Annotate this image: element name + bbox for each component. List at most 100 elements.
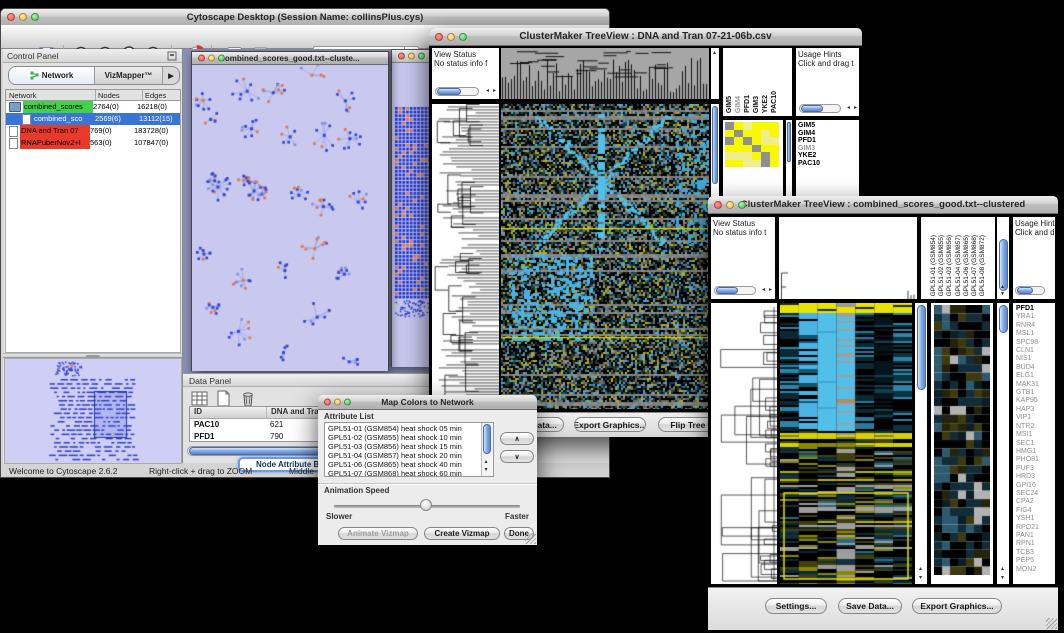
matrix-cell[interactable] [725,152,734,160]
save-data-button[interactable]: Save Data... [838,598,902,614]
gene-label[interactable]: YSH1 [1016,515,1055,523]
tab-vizmapper[interactable]: VizMapper™ [95,67,162,84]
gene-label[interactable]: PFD1 [798,137,859,145]
matrix-cell[interactable] [752,122,761,130]
gene-label[interactable]: PAC10 [798,160,859,168]
tab-overflow-button[interactable]: ▶ [162,67,179,84]
matrix-cell[interactable] [770,122,779,130]
slider-thumb[interactable] [420,499,432,511]
settings-button[interactable]: Settings... [765,598,827,614]
attribute-item[interactable]: GPL51-02 (GSM855) heat shock 10 min [328,433,493,442]
animate-vizmap-button[interactable]: Animate Vizmap [338,527,418,540]
matrix-cell[interactable] [752,160,761,168]
tv2-column-dendrogram[interactable] [778,216,918,300]
matrix-cell[interactable] [734,160,743,168]
gene-label[interactable]: PAN1 [1016,532,1055,540]
network-view-canvas[interactable] [192,65,388,371]
matrix-cell[interactable] [734,152,743,160]
minimize-icon[interactable] [334,399,341,406]
scroll-up-icon[interactable]: ▴ [485,459,488,465]
attribute-item[interactable]: GPL51-01 (GSM854) heat shock 05 min [328,424,493,433]
scroll-up-icon[interactable]: ▴ [919,566,922,572]
table-icon[interactable] [191,391,208,406]
close-icon[interactable] [435,33,443,41]
trash-icon[interactable] [240,390,256,407]
scroll-up-icon[interactable]: ▴ [1001,284,1004,290]
matrix-cell[interactable] [752,145,761,153]
close-icon[interactable] [198,55,205,62]
tv1-hints-hscrollbar[interactable] [799,104,841,113]
attribute-list-vscrollbar[interactable]: ▴ ▾ [481,423,493,476]
tv1-status-hscrollbar[interactable] [435,87,479,96]
network-table-header[interactable]: Network Nodes Edges [5,89,181,101]
tv2-heatmap[interactable] [779,302,913,585]
matrix-cell[interactable] [734,122,743,130]
attribute-item[interactable]: GPL51-06 (GSM865) heat shock 40 min [328,460,493,469]
scrollbar-thumb[interactable] [999,305,1008,333]
matrix-cell[interactable] [734,145,743,153]
gene-label[interactable]: ELG1 [1016,372,1055,380]
tv2-labels-vscrollbar[interactable]: ▴ ▾ [996,216,1010,300]
scrollbar-thumb[interactable] [437,88,461,95]
matrix-cell[interactable] [752,130,761,138]
tv2-zoom-panel[interactable] [930,302,994,585]
gene-label[interactable]: MAK31 [1016,381,1055,389]
scroll-up-icon[interactable]: ▴ [1001,566,1004,572]
scroll-left-icon[interactable]: ◂ [762,287,765,293]
attribute-item[interactable]: GPL51-03 (GSM856) heat shock 15 min [328,442,493,451]
matrix-cell[interactable] [725,122,734,130]
network-overview-canvas[interactable] [4,358,182,464]
scroll-down-icon[interactable]: ▾ [1001,291,1004,297]
create-vizmap-button[interactable]: Create Vizmap [424,527,500,540]
matrix-cell[interactable] [752,137,761,145]
scrollbar-thumb[interactable] [787,122,791,162]
gene-label[interactable]: FIG4 [1016,507,1055,515]
gene-label[interactable]: KAP95 [1016,397,1055,405]
matrix-cell[interactable] [743,130,752,138]
gene-label[interactable]: HAP3 [1016,406,1055,414]
attribute-item[interactable]: GPL51-04 (GSM857) heat shock 20 min [328,451,493,460]
close-icon[interactable] [714,201,722,209]
scrollbar-thumb[interactable] [716,287,738,294]
resize-grip[interactable] [525,533,536,544]
gene-label[interactable]: BUD4 [1016,364,1055,372]
gene-label[interactable]: RPO21 [1016,524,1055,532]
zoom-window-icon[interactable] [738,201,746,209]
matrix-cell[interactable] [770,145,779,153]
tv2-gene-list[interactable]: PFD1YRA1RNR4MSL1SPC98CLN1NIS1BUD4ELG1MAK… [1012,302,1056,585]
matrix-cell[interactable] [743,152,752,160]
resize-grip[interactable] [1046,618,1057,629]
zoom-window-icon[interactable] [418,53,425,60]
tv2-hints-hscrollbar[interactable] [1015,286,1045,295]
tv1-top-scroll-strip[interactable]: ▴ [710,47,720,100]
treeview1-title-bar[interactable]: ClusterMaker TreeView : DNA and Tran 07-… [429,28,862,46]
gene-label[interactable]: GIM5 [798,122,859,130]
scroll-left-icon[interactable]: ◂ [486,88,489,94]
gene-label[interactable]: TCB3 [1016,549,1055,557]
scrollbar-thumb[interactable] [917,305,926,390]
scroll-left-icon[interactable]: ◂ [847,105,850,111]
gene-label[interactable]: MON2 [1016,566,1055,574]
matrix-cell[interactable] [752,152,761,160]
zoom-window-icon[interactable] [344,399,351,406]
export-graphics-button[interactable]: Export Graphics... [574,417,646,432]
tv2-heatmap-vscrollbar[interactable]: ▴ ▾ [914,302,928,585]
matrix-cell[interactable] [743,137,752,145]
scrollbar-thumb[interactable] [483,424,491,454]
scroll-down-icon[interactable]: ▾ [919,575,922,581]
matrix-cell[interactable] [770,160,779,168]
gene-label[interactable]: MSI1 [1016,431,1055,439]
matrix-cell[interactable] [770,152,779,160]
gene-label[interactable]: PHO81 [1016,456,1055,464]
gene-label[interactable]: CLN1 [1016,347,1055,355]
gene-label[interactable]: NTR2 [1016,423,1055,431]
tv1-heatmap[interactable] [500,103,710,410]
matrix-cell[interactable] [761,130,770,138]
network-view-canvas[interactable] [392,63,434,367]
gene-label[interactable]: GIM4 [798,130,859,138]
gene-label[interactable]: GPI16 [1016,482,1055,490]
gene-label[interactable]: MSL1 [1016,330,1055,338]
matrix-cell[interactable] [734,130,743,138]
zoom-window-icon[interactable] [459,33,467,41]
matrix-cell[interactable] [761,137,770,145]
